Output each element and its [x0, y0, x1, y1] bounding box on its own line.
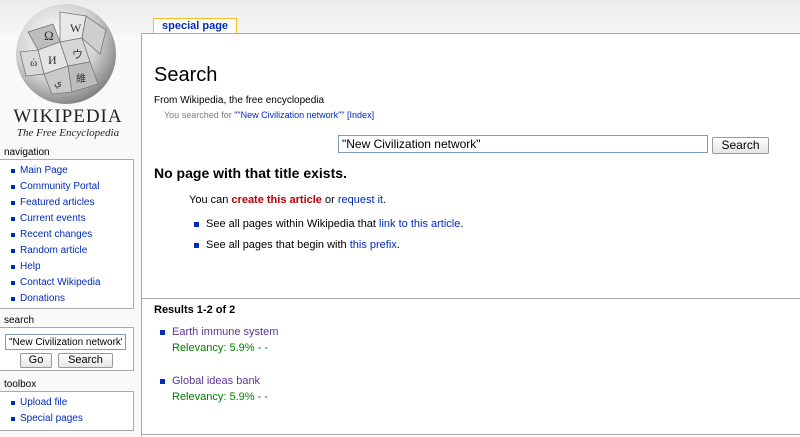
nav-link[interactable]: Community Portal — [20, 181, 99, 192]
toolbox-portlet: Upload file Special pages — [0, 391, 134, 431]
period-text: . — [383, 194, 387, 206]
index-link[interactable]: [Index] — [347, 110, 374, 120]
result-title-link[interactable]: Global ideas bank — [172, 375, 260, 387]
or-text: or — [321, 194, 338, 206]
globe-icon: Ω W И ウ ώ 維 ي — [16, 4, 116, 104]
nav-item-random-article[interactable]: Random article — [0, 244, 133, 260]
you-can-text: You can — [189, 194, 232, 206]
nav-item-recent-changes[interactable]: Recent changes — [0, 228, 133, 244]
see-links-text: See all pages within Wikipedia that — [206, 218, 380, 230]
svg-text:Ω: Ω — [44, 28, 54, 43]
page-title: Search — [154, 64, 218, 86]
link-to-article-link[interactable]: link to this article — [379, 218, 460, 230]
svg-text:維: 維 — [76, 72, 86, 85]
period-text: . — [396, 239, 400, 251]
searched-term-link[interactable]: ""New Civilization network"" — [234, 110, 344, 120]
sidebar-search-input[interactable] — [5, 334, 126, 350]
result-title-link[interactable]: Earth immune system — [172, 326, 278, 338]
search-heading: search — [4, 315, 35, 326]
see-prefix-text: See all pages that begin with — [206, 239, 350, 251]
nav-item-main-page[interactable]: Main Page — [0, 164, 133, 180]
nav-item-contact-wikipedia[interactable]: Contact Wikipedia — [0, 276, 133, 292]
toolbox-heading: toolbox — [4, 379, 37, 390]
svg-text:W: W — [70, 21, 82, 35]
period-text: . — [460, 218, 464, 230]
nav-item-featured-articles[interactable]: Featured articles — [0, 196, 133, 212]
result-relevancy: Relevancy: 5.9% - - — [172, 391, 268, 403]
nav-link[interactable]: Recent changes — [20, 229, 92, 240]
nav-item-help[interactable]: Help — [0, 260, 133, 276]
divider — [142, 298, 800, 299]
nav-link[interactable]: Featured articles — [20, 197, 94, 208]
wikipedia-logo[interactable]: Ω W И ウ ώ 維 ي WIKIPEDIA The Free Encyclo… — [0, 0, 140, 145]
divider — [142, 434, 800, 435]
svg-text:ώ: ώ — [30, 57, 37, 69]
list-item: See all pages that begin with this prefi… — [194, 239, 463, 260]
search-subtitle: You searched for ""New Civilization netw… — [164, 110, 374, 120]
navigation-heading: navigation — [4, 147, 50, 158]
result-item: Earth immune system Relevancy: 5.9% - - — [160, 326, 278, 354]
no-page-heading: No page with that title exists. — [154, 165, 347, 181]
nav-item-donations[interactable]: Donations — [0, 292, 133, 308]
searched-for-label: You searched for — [164, 110, 235, 120]
results-heading: Results 1-2 of 2 — [154, 304, 236, 316]
toolbox-item-special-pages[interactable]: Special pages — [0, 412, 133, 428]
logo-wordmark: WIKIPEDIA — [13, 106, 123, 127]
search-portlet: Go Search — [0, 327, 134, 371]
nav-link[interactable]: Help — [20, 261, 41, 272]
list-item: See all pages within Wikipedia that link… — [194, 218, 463, 239]
nav-link[interactable]: Contact Wikipedia — [20, 277, 101, 288]
toolbox-link[interactable]: Special pages — [20, 413, 83, 424]
toolbox-item-upload-file[interactable]: Upload file — [0, 396, 133, 412]
create-article-line: You can create this article or request i… — [189, 194, 386, 206]
navigation-portlet: Main Page Community Portal Featured arti… — [0, 159, 134, 309]
sidebar-search-button[interactable]: Search — [58, 353, 113, 368]
svg-text:ウ: ウ — [72, 48, 83, 61]
request-it-link[interactable]: request it — [338, 194, 383, 206]
nav-link[interactable]: Random article — [20, 245, 87, 256]
svg-text:ي: ي — [54, 78, 62, 89]
search-input[interactable] — [338, 135, 708, 153]
see-all-list: See all pages within Wikipedia that link… — [194, 218, 463, 260]
result-item: Global ideas bank Relevancy: 5.9% - - — [160, 375, 268, 403]
go-button[interactable]: Go — [20, 353, 52, 368]
nav-item-community-portal[interactable]: Community Portal — [0, 180, 133, 196]
nav-item-current-events[interactable]: Current events — [0, 212, 133, 228]
nav-link[interactable]: Donations — [20, 293, 65, 304]
logo-tagline: The Free Encyclopedia — [16, 127, 120, 139]
create-article-link[interactable]: create this article — [231, 194, 322, 206]
content-area: Search From Wikipedia, the free encyclop… — [141, 33, 800, 437]
tab-special-page[interactable]: special page — [153, 18, 238, 34]
nav-link[interactable]: Current events — [20, 213, 86, 224]
toolbox-link[interactable]: Upload file — [20, 397, 67, 408]
svg-text:И: И — [48, 53, 57, 67]
site-subtitle: From Wikipedia, the free encyclopedia — [154, 95, 325, 106]
this-prefix-link[interactable]: this prefix — [350, 239, 397, 251]
nav-link[interactable]: Main Page — [20, 165, 68, 176]
search-button[interactable]: Search — [712, 137, 769, 154]
result-relevancy: Relevancy: 5.9% - - — [172, 342, 268, 354]
